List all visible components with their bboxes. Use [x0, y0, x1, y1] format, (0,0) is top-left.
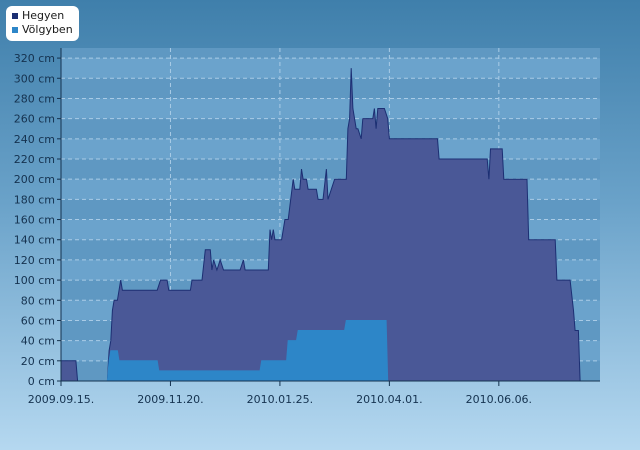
plot-band — [61, 48, 600, 59]
y-tick-label: 80 cm — [21, 294, 55, 307]
y-tick-label: 220 cm — [14, 153, 55, 166]
y-tick-label: 200 cm — [14, 173, 55, 186]
y-tick-label: 300 cm — [14, 72, 55, 85]
chart-canvas: 0 cm 20 cm 40 cm 60 cm 80 cm 100 cm 120 cm 140 … — [14, 48, 600, 406]
x-tick-label: 2010.06.06. — [466, 393, 532, 406]
plot-band — [61, 159, 600, 180]
y-tick-label: 240 cm — [14, 133, 55, 146]
plot-band — [61, 118, 600, 139]
y-tick-label: 40 cm — [21, 335, 55, 348]
y-tick-label: 120 cm — [14, 254, 55, 267]
y-tick-label: 0 cm — [28, 375, 55, 388]
x-tick-label: 2009.09.15. — [28, 393, 94, 406]
y-tick-label: 280 cm — [14, 92, 55, 105]
y-tick-label: 140 cm — [14, 234, 55, 247]
legend-label: Hegyen — [22, 9, 65, 22]
y-tick-label: 160 cm — [14, 214, 55, 227]
legend-swatch — [12, 27, 18, 33]
y-tick-label: 320 cm — [14, 52, 55, 65]
chart-root: 0 cm 20 cm 40 cm 60 cm 80 cm 100 cm 120 cm 140 … — [0, 0, 640, 450]
plot-band — [61, 138, 600, 159]
x-tick-label: 2010.01.25. — [247, 393, 313, 406]
legend-item-volgyben: Völgyben — [12, 23, 73, 37]
legend: Hegyen Völgyben — [6, 6, 79, 41]
y-tick-label: 60 cm — [21, 314, 55, 327]
y-tick-label: 260 cm — [14, 113, 55, 126]
x-tick-label: 2009.11.20. — [137, 393, 203, 406]
plot-band — [61, 98, 600, 119]
plot-band — [61, 78, 600, 99]
legend-label: Völgyben — [22, 23, 73, 36]
y-tick-label: 20 cm — [21, 355, 55, 368]
legend-swatch — [12, 13, 18, 19]
plot-band — [61, 58, 600, 79]
y-tick-label: 180 cm — [14, 193, 55, 206]
y-tick-label: 100 cm — [14, 274, 55, 287]
x-tick-label: 2010.04.01. — [356, 393, 422, 406]
legend-item-hegyen: Hegyen — [12, 9, 73, 23]
